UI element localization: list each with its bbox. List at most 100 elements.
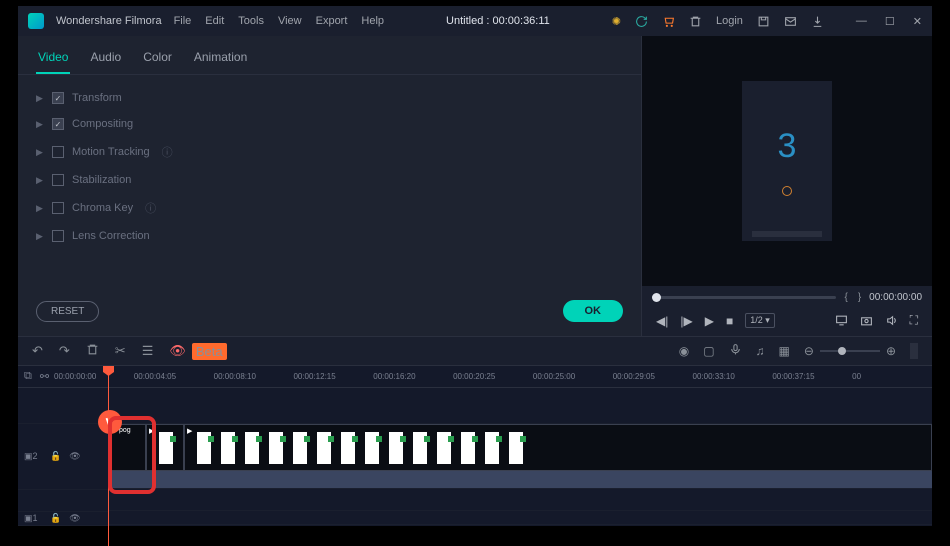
checkbox-icon[interactable] bbox=[52, 202, 64, 214]
reset-button[interactable]: RESET bbox=[36, 301, 99, 322]
lock-icon[interactable]: 🔓 bbox=[50, 451, 61, 462]
clip-thumb bbox=[485, 432, 499, 464]
zoom-slider[interactable] bbox=[820, 350, 880, 352]
maximize-button[interactable]: ☐ bbox=[885, 15, 895, 28]
chevron-right-icon: ▶ bbox=[36, 93, 44, 104]
ok-button[interactable]: OK bbox=[563, 300, 624, 322]
undo-button[interactable]: ↶ bbox=[32, 343, 43, 359]
playback-buttons: ◀| |▶ ▶ ■ 1/2 ▾ ⛶ bbox=[652, 311, 922, 330]
zoom-out-button[interactable]: ⊖ bbox=[804, 344, 814, 358]
step-back-button[interactable]: |▶ bbox=[680, 314, 692, 328]
clip-thumb bbox=[197, 432, 211, 464]
minimize-button[interactable]: — bbox=[856, 15, 867, 28]
audio-track-2[interactable] bbox=[108, 471, 932, 489]
menu-help[interactable]: Help bbox=[361, 15, 384, 27]
tab-video[interactable]: Video bbox=[36, 44, 70, 74]
display-icon[interactable] bbox=[835, 314, 848, 327]
redo-button[interactable]: ↷ bbox=[59, 343, 70, 359]
play-button[interactable]: ▶ bbox=[705, 314, 714, 328]
trash-icon[interactable] bbox=[689, 15, 702, 28]
preview-timecode: 00:00:00:00 bbox=[869, 292, 922, 303]
ruler-mark: 00:00:29:05 bbox=[613, 372, 693, 381]
ruler-mark: 00:00:20:25 bbox=[453, 372, 533, 381]
checkbox-icon[interactable] bbox=[52, 174, 64, 186]
scrub-thumb[interactable] bbox=[652, 293, 661, 302]
track-content[interactable]: ▶pog ▶ ▶ bbox=[108, 388, 932, 526]
split-marker-icon[interactable] bbox=[98, 410, 122, 434]
delete-button[interactable] bbox=[86, 343, 99, 359]
prop-transform[interactable]: ▶✓Transform bbox=[36, 85, 623, 111]
menu-view[interactable]: View bbox=[278, 15, 302, 27]
mic-icon[interactable] bbox=[729, 343, 742, 359]
clip-segment[interactable]: ▶ bbox=[146, 424, 184, 471]
playhead-line bbox=[108, 366, 109, 546]
adjust-icon[interactable]: ☰ bbox=[142, 343, 154, 359]
zoom-thumb[interactable] bbox=[838, 347, 846, 355]
mail-icon[interactable] bbox=[784, 15, 797, 28]
mixer-icon[interactable] bbox=[910, 343, 918, 359]
help-icon[interactable]: ⓘ bbox=[162, 144, 173, 160]
close-button[interactable]: ✕ bbox=[913, 15, 922, 28]
timeline-sync-icon[interactable]: ⧉ bbox=[24, 370, 32, 383]
lock-icon[interactable]: 🔓 bbox=[50, 513, 61, 524]
titlebar: Wondershare Filmora File Edit Tools View… bbox=[18, 6, 932, 36]
cart-icon[interactable] bbox=[662, 15, 675, 28]
prop-stabilization[interactable]: ▶Stabilization bbox=[36, 167, 623, 193]
layout-icon[interactable]: ▦ bbox=[779, 344, 790, 358]
play-icon: ▶ bbox=[149, 427, 154, 435]
video-track-2[interactable]: ▶pog ▶ ▶ bbox=[108, 424, 932, 472]
mark-in-icon[interactable]: { bbox=[844, 292, 847, 303]
checkbox-icon[interactable]: ✓ bbox=[52, 118, 64, 130]
speech-icon[interactable]: 👁 bbox=[169, 343, 186, 359]
download-icon[interactable] bbox=[811, 15, 824, 28]
stop-button[interactable]: ■ bbox=[726, 314, 733, 328]
menu-bar: File Edit Tools View Export Help bbox=[174, 15, 384, 27]
effect-icon[interactable]: ✺ bbox=[612, 15, 621, 28]
clip-thumb bbox=[245, 432, 259, 464]
clip-thumb bbox=[317, 432, 331, 464]
tab-color[interactable]: Color bbox=[141, 44, 174, 74]
menu-export[interactable]: Export bbox=[316, 15, 348, 27]
timeline: ⧉ ⚯ 00:00:00:00 00:00:04:05 00:00:08:10 … bbox=[18, 366, 932, 526]
prev-frame-button[interactable]: ◀| bbox=[656, 314, 668, 328]
checkbox-icon[interactable] bbox=[52, 146, 64, 158]
tab-animation[interactable]: Animation bbox=[192, 44, 249, 74]
video-track-1[interactable] bbox=[108, 511, 932, 525]
menu-file[interactable]: File bbox=[174, 15, 192, 27]
marker-tool-icon[interactable]: ▢ bbox=[703, 344, 714, 358]
menu-edit[interactable]: Edit bbox=[205, 15, 224, 27]
timeline-link-icon[interactable]: ⚯ bbox=[40, 370, 49, 383]
prop-compositing[interactable]: ▶✓Compositing bbox=[36, 111, 623, 137]
prop-chroma-key[interactable]: ▶Chroma Keyⓘ bbox=[36, 193, 623, 223]
preview-frame: 3 bbox=[742, 81, 832, 241]
eye-icon[interactable]: 👁 bbox=[69, 513, 80, 524]
timeline-ruler[interactable]: ⧉ ⚯ 00:00:00:00 00:00:04:05 00:00:08:10 … bbox=[18, 366, 932, 388]
eye-icon[interactable]: 👁 bbox=[69, 451, 80, 462]
scrub-track[interactable] bbox=[652, 296, 836, 299]
save-icon[interactable] bbox=[757, 15, 770, 28]
snapshot-icon[interactable] bbox=[860, 314, 873, 327]
app-window: Wondershare Filmora File Edit Tools View… bbox=[18, 6, 932, 526]
checkbox-icon[interactable]: ✓ bbox=[52, 92, 64, 104]
ruler-mark: 00 bbox=[852, 372, 932, 381]
login-link[interactable]: Login bbox=[716, 15, 743, 27]
zoom-in-button[interactable]: ⊕ bbox=[886, 344, 896, 358]
checkbox-icon[interactable] bbox=[52, 230, 64, 242]
help-icon[interactable]: ⓘ bbox=[145, 200, 156, 216]
prop-lens-correction[interactable]: ▶Lens Correction bbox=[36, 223, 623, 249]
speed-selector[interactable]: 1/2 ▾ bbox=[745, 313, 775, 328]
properties-panel: Video Audio Color Animation ▶✓Transform … bbox=[18, 36, 642, 336]
track-headers: ▣2 🔓 👁 ▣1 🔓 👁 bbox=[18, 388, 108, 526]
prop-motion-tracking[interactable]: ▶Motion Trackingⓘ bbox=[36, 137, 623, 167]
fullscreen-icon[interactable]: ⛶ bbox=[910, 313, 918, 328]
tab-audio[interactable]: Audio bbox=[88, 44, 123, 74]
split-button[interactable]: ✂ bbox=[115, 343, 126, 359]
volume-icon[interactable] bbox=[885, 314, 898, 327]
color-icon[interactable]: ◉ bbox=[679, 344, 689, 358]
clip-thumb bbox=[413, 432, 427, 464]
mark-out-icon[interactable]: } bbox=[858, 292, 861, 303]
music-icon[interactable]: ♫ bbox=[756, 344, 765, 358]
menu-tools[interactable]: Tools bbox=[238, 15, 264, 27]
refresh-icon[interactable] bbox=[635, 15, 648, 28]
clip-segment[interactable]: ▶ bbox=[184, 424, 932, 471]
